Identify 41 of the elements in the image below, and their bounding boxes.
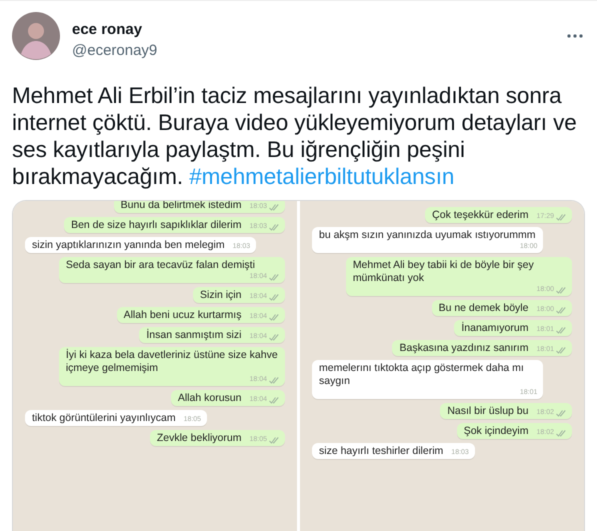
- read-ticks-icon: [556, 326, 566, 334]
- message-text: Çok teşekkür ederim: [432, 209, 528, 222]
- message-text: Nasıl bir üslup bu: [447, 405, 528, 418]
- author-handle[interactable]: @eceronay9: [72, 42, 553, 59]
- read-ticks-icon: [269, 204, 279, 210]
- read-ticks-icon: [269, 334, 279, 340]
- read-ticks-icon: [556, 306, 566, 314]
- message-text: Bu ne demek böyle: [438, 302, 528, 315]
- read-ticks-icon: [269, 274, 279, 280]
- read-ticks-icon: [269, 224, 279, 230]
- message-text: memelerını tıktokta açıp göstermek daha mı saygın: [319, 362, 525, 388]
- avatar-icon[interactable]: [12, 12, 60, 60]
- message-text: bu akşm sızın yanınızda uyumak ıstıyorummm: [319, 229, 536, 242]
- read-ticks-icon: [269, 314, 279, 320]
- read-ticks-icon: [269, 376, 279, 384]
- message-text: Ben de size hayırlı sapıklıklar dilerim: [71, 219, 242, 232]
- read-ticks-icon: [269, 436, 279, 444]
- read-ticks-icon: [556, 214, 566, 220]
- message-text: Başkasına yazdınız sanırım: [399, 342, 528, 355]
- message-text: Zevkle bekliyorum: [156, 432, 242, 445]
- author-name[interactable]: ece ronay: [72, 21, 553, 38]
- message-text: Seda sayan bir ara tecavüz falan demişti: [66, 259, 255, 272]
- read-ticks-icon: [556, 430, 566, 436]
- tweet-text: Mehmet Ali Erbil’in taciz mesajlarını yayınladıktan sonra internet çöktü. Buraya video yükleyemiyorum detayları ve ses kayıtlarıyla paylaştm. Bu iğrençliğin peşini bırakmayacağım. #mehmetalierbiltutuklansın: [12, 82, 578, 190]
- read-ticks-icon: [269, 294, 279, 300]
- message-text: İyi ki kaza bela davetleriniz üstüne size kahve içmeye gelmemişim: [66, 349, 279, 375]
- message-text: Allah beni ucuz kurtarmış: [124, 309, 242, 322]
- message-text: İnanamıyorum: [461, 322, 528, 335]
- message-text: size hayırlı teshirler dilerim: [319, 445, 444, 458]
- read-ticks-icon: [556, 410, 566, 416]
- message-text: tiktok görüntülerini yayınlıycam: [32, 412, 176, 425]
- message-text: Şok içindeyim: [464, 425, 528, 438]
- chat-screenshot[interactable]: [12, 200, 585, 531]
- read-ticks-icon: [269, 396, 279, 404]
- message-text: İnsan sanmıştım sizi: [146, 329, 242, 342]
- message-text: Mehmet Ali bey tabii ki de böyle bir şey mümkünatı yok: [352, 259, 535, 285]
- read-ticks-icon: [556, 346, 566, 354]
- message-text: Allah korusun: [178, 392, 242, 405]
- message-text: sizin yaptıklarınızın yanında ben melegim: [32, 239, 225, 252]
- read-ticks-icon: [556, 286, 566, 294]
- message-text: Sizin için: [200, 289, 242, 302]
